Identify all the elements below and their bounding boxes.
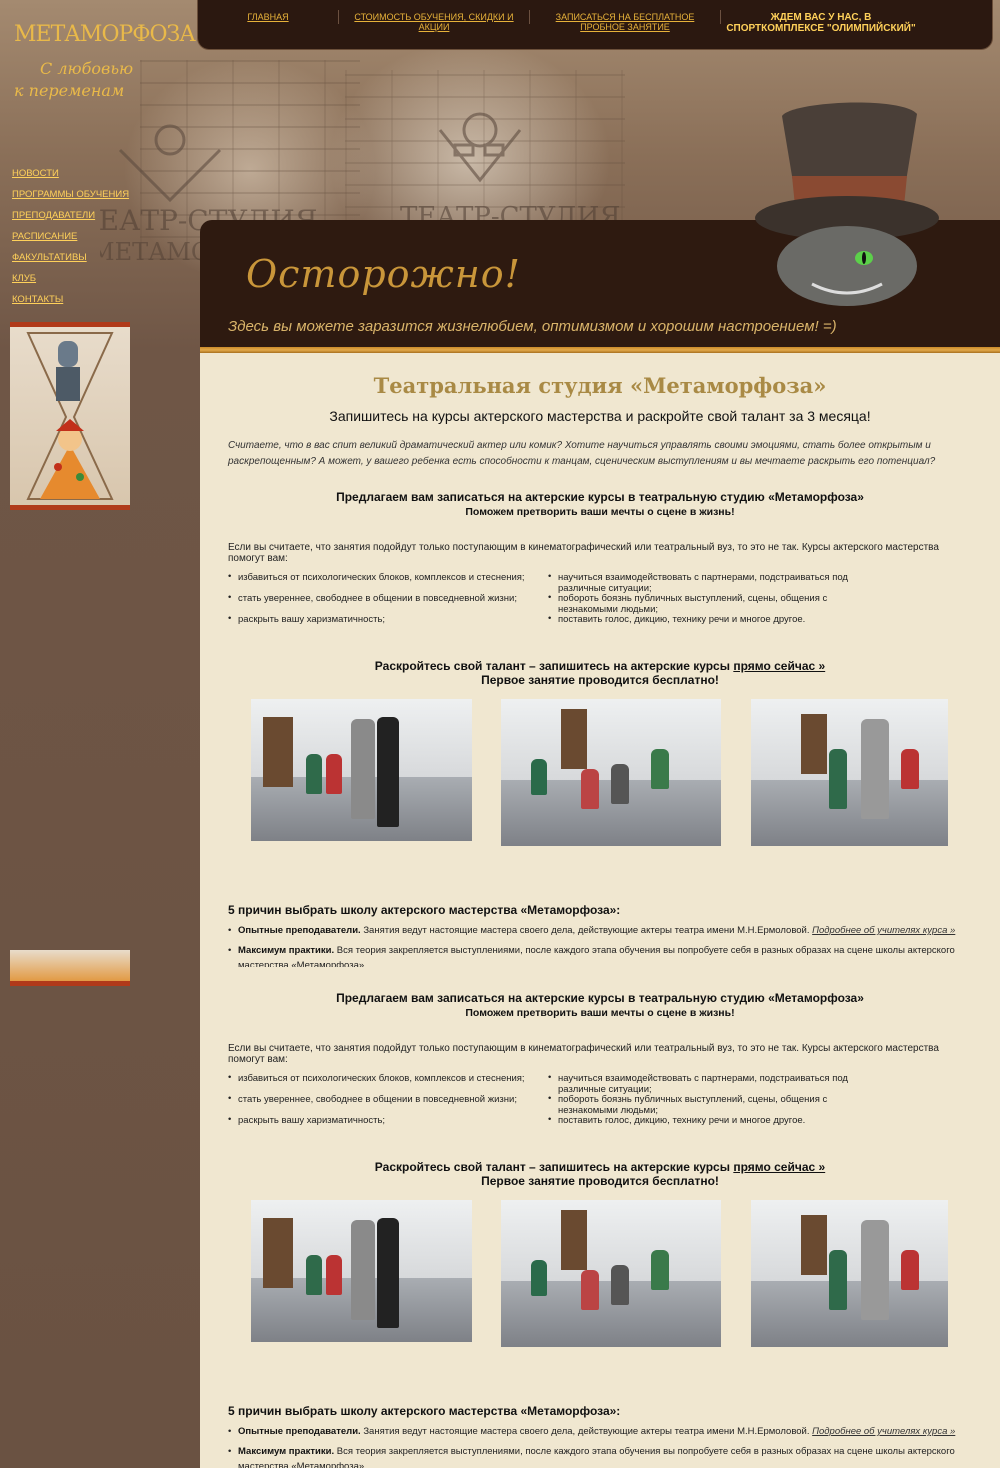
side-menu-item-programs[interactable]: Программы обучения [12, 187, 162, 208]
nav-item-pricing-wrap: Стоимость обучения, скидки и акции [339, 10, 529, 32]
nav-link-free-trial[interactable]: Записаться на бесплатное пробное занятие [530, 12, 720, 32]
main-content: Театральная студия «Метаморфоза» Запишит… [200, 353, 1000, 1468]
reasons-title: 5 причин выбрать школу актерского мастер… [228, 1404, 621, 1418]
offer-block: Предлагаем вам записаться на актерские к… [200, 991, 1000, 1468]
side-menu: Новости Программы обучения Преподаватели… [12, 166, 162, 313]
benefits-list: избавиться от психологических блоков, ко… [228, 1072, 972, 1136]
offer-block: Предлагаем вам записаться на актерские к… [200, 490, 1000, 967]
side-menu-item-teachers[interactable]: Преподаватели [12, 208, 162, 229]
list-item: научиться взаимодействовать с партнерами… [548, 571, 868, 594]
reason-bold: Опытные преподаватели. [238, 1426, 361, 1437]
list-item: научиться взаимодействовать с партнерами… [548, 1072, 868, 1095]
list-item: побороть боязнь публичных выступлений, с… [548, 592, 868, 615]
hourglass-art [26, 332, 114, 500]
side-menu-item-news[interactable]: Новости [12, 166, 162, 187]
reason-bold: Максимум практики. [238, 945, 335, 956]
offer-subtitle: Поможем претворить ваши мечты о сцене в … [465, 506, 735, 518]
side-menu-item-contacts[interactable]: Контакты [12, 292, 162, 313]
teachers-more-link[interactable]: Подробнее об учителях курса » [812, 1426, 955, 1437]
offer-title: Предлагаем вам записаться на актерские к… [336, 490, 864, 504]
list-item: стать увереннее, свободнее в общении в п… [228, 592, 548, 614]
cta-signup-link[interactable]: прямо сейчас » [733, 659, 825, 673]
gallery-photo[interactable] [751, 699, 948, 846]
list-item: поставить голос, дикцию, технику речи и … [548, 1114, 868, 1136]
hourglass-illustration [10, 322, 130, 510]
benefits-list-right: научиться взаимодействовать с партнерами… [548, 571, 868, 635]
list-item: раскрыть вашу харизматичность; [228, 1114, 548, 1136]
reasons-list: Опытные преподаватели. Занятия ведут нас… [228, 923, 972, 967]
gallery-photo[interactable] [251, 699, 472, 841]
photo-gallery [200, 699, 1000, 849]
hourglass-illustration-fragment [10, 950, 130, 986]
side-menu-item-schedule[interactable]: Расписание [12, 229, 162, 250]
offer-subtitle: Поможем претворить ваши мечты о сцене в … [465, 1007, 735, 1019]
benefits-list-right: научиться взаимодействовать с партнерами… [548, 1072, 868, 1136]
benefits-intro: Если вы считаете, что занятия подойдут т… [228, 542, 939, 564]
list-item: Максимум практики. Вся теория закрепляет… [228, 1444, 972, 1468]
nav-link-pricing[interactable]: Стоимость обучения, скидки и акции [339, 12, 529, 32]
sidebar-column [0, 350, 200, 1468]
list-item: Опытные преподаватели. Занятия ведут нас… [228, 923, 972, 938]
top-nav: Главная Стоимость обучения, скидки и акц… [197, 0, 993, 50]
list-item: побороть боязнь публичных выступлений, с… [548, 1093, 868, 1116]
reason-text: Занятия ведут настоящие мастера своего д… [363, 925, 810, 936]
cta-text: Раскройтесь свой талант – запишитесь на … [374, 659, 730, 673]
gallery-photo[interactable] [501, 699, 721, 846]
cta-subtitle: Первое занятие проводится бесплатно! [481, 673, 719, 687]
benefits-intro: Если вы считаете, что занятия подойдут т… [228, 1043, 939, 1065]
benefits-list: избавиться от психологических блоков, ко… [228, 571, 972, 635]
side-menu-item-club[interactable]: Клуб [12, 271, 162, 292]
nav-item-trial-wrap: Записаться на бесплатное пробное занятие [530, 10, 720, 32]
benefits-list-left: избавиться от психологических блоков, ко… [228, 1072, 548, 1136]
gallery-photo[interactable] [251, 1200, 472, 1342]
list-item: Опытные преподаватели. Занятия ведут нас… [228, 1424, 972, 1439]
benefits-list-left: избавиться от психологических блоков, ко… [228, 571, 548, 635]
list-item: избавиться от психологических блоков, ко… [228, 571, 548, 593]
reason-text: Вся теория закрепляется выступлениями, п… [238, 1446, 955, 1468]
cta-signup-link[interactable]: прямо сейчас » [733, 1160, 825, 1174]
logo-subtitle-line-2: к переменам [14, 81, 125, 100]
offer-title: Предлагаем вам записаться на актерские к… [336, 991, 864, 1005]
list-item: раскрыть вашу харизматичность; [228, 613, 548, 635]
page-title: Театральная студия «Метаморфоза» [373, 373, 827, 398]
intro-paragraph: Считаете, что в вас спит великий драмати… [228, 440, 936, 467]
reason-text: Занятия ведут настоящие мастера своего д… [363, 1426, 810, 1437]
cta-subtitle: Первое занятие проводится бесплатно! [481, 1174, 719, 1188]
teachers-more-link[interactable]: Подробнее об учителях курса » [812, 925, 955, 936]
reason-text: Вся теория закрепляется выступлениями, п… [238, 945, 955, 967]
reasons-list: Опытные преподаватели. Занятия ведут нас… [228, 1424, 972, 1468]
logo-title: МЕТАМОРФОЗА [14, 22, 196, 47]
gallery-photo[interactable] [501, 1200, 721, 1347]
nav-item-home-wrap: Главная [198, 10, 338, 22]
list-item: поставить голос, дикцию, технику речи и … [548, 613, 868, 635]
photo-gallery [200, 1200, 1000, 1350]
cta-text: Раскройтесь свой талант – запишитесь на … [374, 1160, 730, 1174]
cta-heading: Раскройтесь свой талант – запишитесь на … [200, 1160, 1000, 1174]
nav-link-home[interactable]: Главная [198, 12, 338, 22]
banner-tagline: Здесь вы можете заразится жизнелюбием, о… [228, 318, 837, 335]
logo-subtitle-line-1: С любовью [40, 59, 134, 78]
promo-text: Ждем вас у нас, в спорткомплексе "Олимпи… [726, 12, 916, 34]
site-logo[interactable]: МЕТАМОРФОЗА С любовью к переменам [14, 22, 196, 101]
list-item: избавиться от психологических блоков, ко… [228, 1072, 548, 1094]
banner-headline: Осторожно! [246, 252, 521, 296]
cheshire-cat-hat-illustration [755, 102, 939, 306]
list-item: Максимум практики. Вся теория закрепляет… [228, 943, 972, 967]
side-menu-item-electives[interactable]: Факультативы [12, 250, 162, 271]
reasons-title: 5 причин выбрать школу актерского мастер… [228, 903, 621, 917]
reason-bold: Максимум практики. [238, 1446, 335, 1457]
lead-text: Запишитесь на курсы актерского мастерств… [329, 408, 871, 424]
gallery-photo[interactable] [751, 1200, 948, 1347]
list-item: стать увереннее, свободнее в общении в п… [228, 1093, 548, 1115]
cta-heading: Раскройтесь свой талант – запишитесь на … [200, 659, 1000, 673]
reason-bold: Опытные преподаватели. [238, 925, 361, 936]
